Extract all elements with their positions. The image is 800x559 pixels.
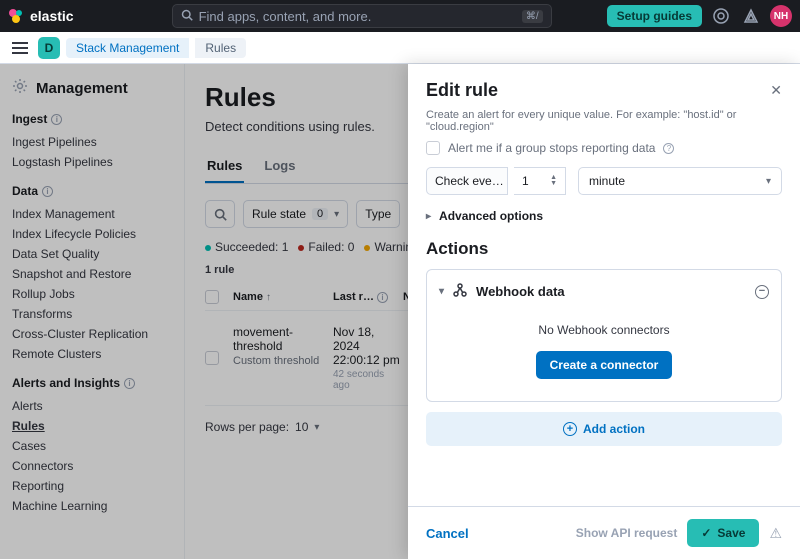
elastic-logo[interactable]: elastic [8, 8, 74, 24]
chevron-down-icon: ▾ [314, 422, 319, 433]
newsfeed-icon[interactable] [740, 5, 762, 27]
check-icon: ✓ [701, 526, 711, 540]
row-checkbox[interactable] [205, 351, 219, 365]
last-run-time: Nov 18, 2024 22:00:12 pm [333, 325, 403, 367]
sidebar-item[interactable]: Index Lifecycle Policies [12, 224, 172, 244]
edit-rule-flyout: Edit rule ✕ Create an alert for every un… [408, 64, 800, 559]
search-shortcut: ⌘/ [522, 10, 543, 23]
sidebar-group-title: Ingest i [12, 112, 172, 126]
plus-circle-icon: + [563, 422, 577, 436]
tab-rules[interactable]: Rules [205, 152, 244, 183]
search-placeholder: Find apps, content, and more. [199, 9, 516, 24]
check-every-label: Check eve… ? [426, 167, 508, 195]
sidebar-item[interactable]: Connectors [12, 456, 172, 476]
sidebar-item[interactable]: Transforms [12, 304, 172, 324]
sidebar-item[interactable]: Data Set Quality [12, 244, 172, 264]
sidebar-heading: Management [12, 78, 172, 98]
filter-rule-state[interactable]: Rule state 0 ▾ [243, 200, 348, 228]
filter-type[interactable]: Type [356, 200, 400, 228]
chevron-down-icon: ▾ [766, 176, 771, 187]
last-run-ago: 42 seconds ago [333, 369, 403, 391]
breadcrumb-rules: Rules [195, 38, 246, 58]
management-sidebar: Management Ingest i Ingest PipelinesLogst… [0, 64, 185, 559]
webhook-action-card: ▾ Webhook data − No Webhook connectors C… [426, 269, 782, 402]
sidebar-item[interactable]: Rollup Jobs [12, 284, 172, 304]
advanced-options-toggle[interactable]: ▸ Advanced options [426, 209, 782, 223]
schedule-row: Check eve… ? 1 ▲▼ minute ▾ [426, 167, 782, 195]
rule-type: Custom threshold [233, 355, 333, 367]
topbar-right: Setup guides NH [607, 5, 792, 27]
sidebar-item[interactable]: Remote Clusters [12, 344, 172, 364]
chevron-down-icon[interactable]: ▾ [439, 286, 444, 297]
sidebar-item[interactable]: Rules [12, 416, 172, 436]
logo-text: elastic [30, 8, 74, 24]
create-connector-button[interactable]: Create a connector [536, 351, 673, 379]
help-icon[interactable] [710, 5, 732, 27]
info-icon[interactable]: i [377, 292, 388, 303]
info-icon[interactable]: i [51, 114, 62, 125]
webhook-label: Webhook data [476, 284, 565, 299]
actions-heading: Actions [426, 239, 782, 259]
info-icon[interactable]: i [42, 186, 53, 197]
sidebar-item[interactable]: Ingest Pipelines [12, 132, 172, 152]
alert-me-checkbox[interactable] [426, 141, 440, 155]
nav-toggle-icon[interactable] [8, 36, 32, 60]
group-by-hint: Create an alert for every unique value. … [426, 109, 782, 133]
interval-unit-select[interactable]: minute ▾ [578, 167, 782, 195]
close-icon[interactable]: ✕ [770, 82, 782, 99]
add-action-button[interactable]: + Add action [426, 412, 782, 446]
sidebar-group-title: Data i [12, 184, 172, 198]
rule-name[interactable]: movement-threshold [233, 325, 333, 353]
elastic-logo-icon [8, 8, 24, 24]
info-icon[interactable]: i [124, 378, 135, 389]
chevron-down-icon: ▾ [334, 209, 339, 220]
cancel-button[interactable]: Cancel [426, 526, 469, 541]
flyout-title: Edit rule [426, 80, 498, 101]
space-selector[interactable]: D [38, 37, 60, 59]
search-icon [181, 9, 193, 24]
sidebar-item[interactable]: Snapshot and Restore [12, 264, 172, 284]
chevron-right-icon: ▸ [426, 211, 431, 222]
alert-me-label: Alert me if a group stops reporting data [448, 141, 655, 155]
search-rules-button[interactable] [205, 200, 235, 228]
show-api-request[interactable]: Show API request [576, 526, 678, 540]
setup-guides-button[interactable]: Setup guides [607, 5, 702, 27]
number-stepper-icon[interactable]: ▲▼ [550, 175, 557, 187]
gear-icon [12, 78, 28, 98]
sidebar-item[interactable]: Reporting [12, 476, 172, 496]
webhook-icon [452, 282, 468, 301]
info-icon[interactable]: ? [663, 143, 674, 154]
warning-icon[interactable]: ⚠ [769, 525, 782, 542]
sidebar-title: Management [36, 80, 128, 97]
sidebar-group-title: Alerts and Insights i [12, 376, 172, 390]
breadcrumb-stack-management[interactable]: Stack Management [66, 38, 189, 58]
sidebar-item[interactable]: Cross-Cluster Replication [12, 324, 172, 344]
global-search[interactable]: Find apps, content, and more. ⌘/ [172, 4, 552, 28]
sidebar-item[interactable]: Index Management [12, 204, 172, 224]
no-connectors-text: No Webhook connectors [439, 323, 769, 337]
tab-logs[interactable]: Logs [262, 152, 297, 183]
alert-me-row[interactable]: Alert me if a group stops reporting data… [426, 141, 782, 155]
flyout-footer: Cancel Show API request ✓ Save ⚠ [408, 506, 800, 559]
sidebar-item[interactable]: Alerts [12, 396, 172, 416]
select-all-checkbox[interactable] [205, 290, 219, 304]
topbar: elastic Find apps, content, and more. ⌘/… [0, 0, 800, 32]
sort-arrow-up-icon[interactable]: ↑ [266, 292, 271, 303]
interval-number-input[interactable]: 1 ▲▼ [514, 167, 566, 195]
breadcrumb-bar: D Stack Management Rules [0, 32, 800, 64]
sidebar-item[interactable]: Logstash Pipelines [12, 152, 172, 172]
save-button[interactable]: ✓ Save [687, 519, 759, 547]
sidebar-item[interactable]: Cases [12, 436, 172, 456]
sidebar-item[interactable]: Machine Learning [12, 496, 172, 516]
remove-action-icon[interactable]: − [755, 285, 769, 299]
user-avatar[interactable]: NH [770, 5, 792, 27]
